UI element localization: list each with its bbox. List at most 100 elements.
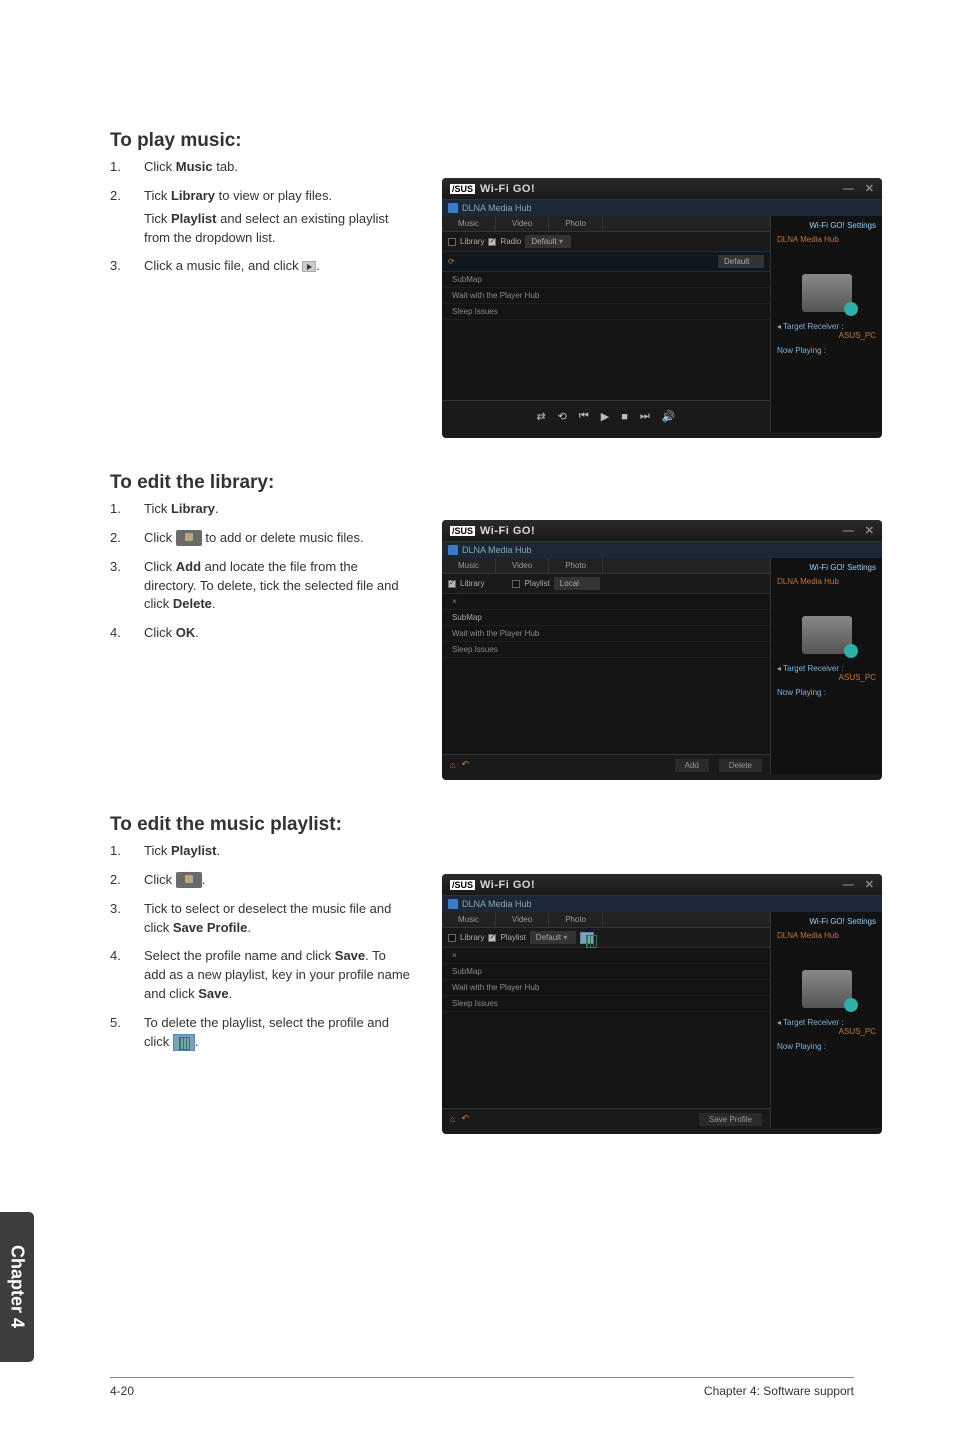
list-line: Wait with the Player Hub — [442, 288, 770, 304]
stop-icon[interactable]: ■ — [621, 411, 628, 423]
hub-bar: DLNA Media Hub — [442, 542, 882, 558]
home-icon[interactable]: ⌂ — [450, 1114, 455, 1124]
screenshot-edit-playlist: /SUS Wi-Fi GO! — ✕ DLNA Media Hub Music … — [442, 874, 882, 1134]
prev-icon[interactable]: ⏮ — [579, 410, 589, 423]
window-titlebar: /SUS Wi-Fi GO! — ✕ — [442, 874, 882, 896]
window-titlebar: /SUS Wi-Fi GO! — ✕ — [442, 520, 882, 542]
home-icon[interactable]: ⌂ — [450, 760, 455, 770]
target-label: Target Receiver : — [777, 664, 876, 673]
save-profile-button[interactable]: Save Profile — [699, 1113, 762, 1126]
next-icon[interactable]: ⏭ — [640, 410, 650, 423]
list-line: Wait with the Player Hub — [442, 980, 770, 996]
settings-link[interactable]: Wi-Fi GO! Settings — [777, 221, 876, 230]
now-playing-label: Now Playing : — [777, 688, 876, 697]
tab-video[interactable]: Video — [496, 558, 549, 573]
play-icon[interactable]: ▶ — [601, 410, 609, 423]
side-panel: Wi-Fi GO! Settings DLNA Media Hub Target… — [770, 216, 882, 432]
tab-photo[interactable]: Photo — [549, 216, 603, 231]
step-num: 2. — [110, 529, 144, 548]
window-title: Wi-Fi GO! — [480, 525, 535, 537]
hub-icon — [448, 545, 458, 555]
step-num: 4. — [110, 947, 144, 1004]
add-button[interactable]: Add — [675, 759, 709, 772]
dropdown-default[interactable]: Default — [530, 931, 576, 944]
edit-icon — [176, 530, 202, 546]
library-check[interactable] — [448, 934, 456, 942]
tab-video[interactable]: Video — [496, 912, 549, 927]
tab-music[interactable]: Music — [442, 216, 496, 231]
back-icon[interactable]: ↶ — [461, 1113, 469, 1124]
list-line: SubMap — [442, 610, 770, 626]
step: 2. Click . — [110, 871, 410, 890]
heading-play-music: To play music: — [110, 130, 430, 152]
step-num: 2. — [110, 871, 144, 890]
step: 5. To delete the playlist, select the pr… — [110, 1014, 410, 1052]
minimize-icon[interactable]: — — [843, 525, 854, 537]
minimize-icon[interactable]: — — [843, 879, 854, 891]
close-icon[interactable]: ✕ — [865, 182, 874, 195]
shuffle-icon[interactable]: ⇄ — [536, 410, 545, 423]
hub-bar: DLNA Media Hub — [442, 200, 882, 216]
list-line: Sleep Issues — [442, 304, 770, 320]
settings-link[interactable]: Wi-Fi GO! Settings — [777, 563, 876, 572]
step-num: 1. — [110, 500, 144, 519]
device-icon — [802, 970, 852, 1008]
repeat-icon[interactable]: ⟲ — [558, 410, 567, 423]
tab-row: Music Video Photo — [442, 558, 770, 574]
back-icon[interactable]: ↶ — [461, 759, 469, 770]
playlist-check[interactable] — [488, 934, 496, 942]
window-title: Wi-Fi GO! — [480, 879, 535, 891]
window-titlebar: /SUS Wi-Fi GO! — ✕ — [442, 178, 882, 200]
close-icon[interactable]: ✕ — [865, 524, 874, 537]
step-num: 1. — [110, 158, 144, 177]
heading-edit-playlist: To edit the music playlist: — [110, 814, 430, 836]
target-value: ASUS_PC — [777, 673, 876, 682]
trash-icon — [173, 1034, 195, 1051]
step-text: Click OK. — [144, 624, 410, 643]
tab-photo[interactable]: Photo — [549, 912, 603, 927]
volume-icon[interactable]: 🔊 — [662, 410, 676, 423]
library-check[interactable] — [448, 580, 456, 588]
side-hub-label: DLNA Media Hub — [777, 931, 876, 940]
dropdown-local[interactable]: Local — [554, 577, 600, 590]
trash-icon[interactable] — [580, 932, 594, 944]
target-value: ASUS_PC — [777, 1027, 876, 1036]
step: 1. Click Music tab. — [110, 158, 410, 177]
bottom-bar: ⌂ ↶ Add Delete — [442, 754, 770, 774]
playlist-check[interactable] — [512, 580, 520, 588]
step: 1. Tick Playlist. — [110, 842, 410, 861]
side-hub-label: DLNA Media Hub — [777, 577, 876, 586]
close-icon[interactable]: ✕ — [865, 878, 874, 891]
tab-row: Music Video Photo — [442, 216, 770, 232]
tab-music[interactable]: Music — [442, 558, 496, 573]
delete-button[interactable]: Delete — [719, 759, 762, 772]
bottom-bar: ⌂ ↶ Save Profile — [442, 1108, 770, 1128]
dropdown-default[interactable]: Default — [525, 235, 571, 248]
side-hub-label: DLNA Media Hub — [777, 235, 876, 244]
asus-logo: /SUS — [450, 526, 475, 536]
device-icon — [802, 274, 852, 312]
selector-row: Library Playlist Local — [442, 574, 770, 594]
step: 2. Click to add or delete music files. — [110, 529, 410, 548]
list-line: Sleep Issues — [442, 642, 770, 658]
minimize-icon[interactable]: — — [843, 183, 854, 195]
screenshot-music-player: /SUS Wi-Fi GO! — ✕ DLNA Media Hub Music … — [442, 178, 882, 438]
tab-music[interactable]: Music — [442, 912, 496, 927]
step-text: Click Add and locate the file from the d… — [144, 558, 410, 615]
device-icon — [802, 616, 852, 654]
step-num: 1. — [110, 842, 144, 861]
step: 2. Tick Library to view or play files. T… — [110, 187, 410, 248]
list-line: Sleep Issues — [442, 996, 770, 1012]
tab-row: Music Video Photo — [442, 912, 770, 928]
settings-link[interactable]: Wi-Fi GO! Settings — [777, 917, 876, 926]
library-check[interactable] — [448, 238, 456, 246]
step-num: 4. — [110, 624, 144, 643]
tab-video[interactable]: Video — [496, 216, 549, 231]
tab-photo[interactable]: Photo — [549, 558, 603, 573]
radio-check[interactable] — [488, 238, 496, 246]
target-label: Target Receiver : — [777, 1018, 876, 1027]
dropdown-default2[interactable]: Default — [718, 255, 764, 268]
footer-chapter: Chapter 4: Software support — [704, 1384, 854, 1398]
step-num: 3. — [110, 257, 144, 276]
step: 4. Click OK. — [110, 624, 410, 643]
